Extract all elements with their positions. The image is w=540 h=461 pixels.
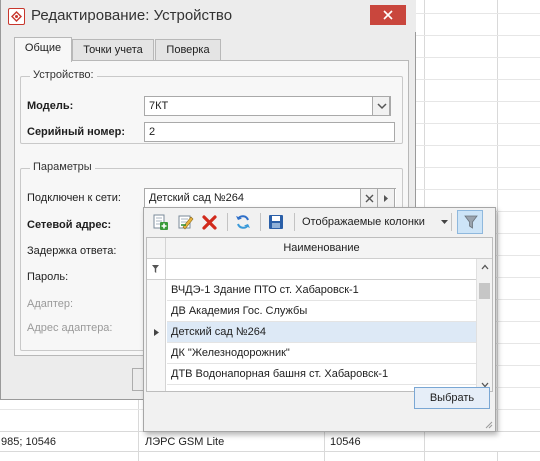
table-row[interactable]: 985; 10546 ЛЭРС GSM Lite 10546: [0, 431, 540, 452]
adapter-address-label: Адрес адаптера:: [27, 322, 113, 334]
password-label: Пароль:: [27, 271, 69, 283]
network-select[interactable]: Детский сад №264: [144, 188, 396, 208]
toolbar-separator: [227, 213, 228, 231]
response-delay-label: Задержка ответа:: [27, 245, 117, 257]
auto-filter-row[interactable]: [147, 259, 492, 280]
chevron-down-icon: [441, 220, 448, 224]
model-label: Модель:: [27, 100, 74, 112]
table-cell: 10546: [330, 436, 361, 448]
vertical-scrollbar[interactable]: [476, 259, 492, 391]
app-icon: [8, 8, 25, 25]
serial-number-input[interactable]: 2: [144, 122, 395, 142]
group-legend: Параметры: [30, 161, 95, 173]
edit-icon[interactable]: [176, 213, 194, 231]
filter-button[interactable]: [457, 210, 483, 234]
tab-metering-points[interactable]: Точки учета: [72, 39, 154, 61]
delete-icon[interactable]: [201, 213, 219, 231]
serial-number-label: Серийный номер:: [27, 126, 126, 138]
close-icon: [383, 10, 393, 20]
tab-label: Общие: [24, 42, 62, 54]
dialog-title: Редактирование: Устройство: [31, 7, 233, 24]
add-icon[interactable]: [151, 213, 169, 231]
open-network-list-button[interactable]: [377, 189, 395, 207]
toolbar-separator: [294, 213, 295, 231]
chevron-right-icon: [384, 195, 388, 202]
adapter-label: Адаптер:: [27, 298, 74, 310]
tab-label: Поверка: [166, 44, 210, 56]
list-item-selected[interactable]: Детский сад №264: [167, 322, 476, 343]
tab-label: Точки учета: [83, 44, 143, 56]
model-value: 7КТ: [149, 100, 169, 112]
columns-menu-button[interactable]: Отображаемые колонки: [302, 216, 425, 228]
toolbar-separator: [260, 213, 261, 231]
network-picker-popup: Отображаемые колонки Наименование ВЧДЭ-1…: [143, 207, 496, 432]
clear-icon: [365, 194, 374, 203]
list-item[interactable]: ДК "Железнодорожник": [167, 343, 476, 364]
toolbar-separator: [451, 213, 452, 231]
tab-verification[interactable]: Поверка: [155, 39, 221, 61]
grid-header: Наименование: [147, 238, 492, 259]
scroll-up-icon[interactable]: [481, 264, 489, 270]
list-item[interactable]: ДТВ Водонапорная башня ст. Хабаровск-1: [167, 364, 476, 385]
clear-network-button[interactable]: [360, 189, 378, 207]
resize-grip-icon[interactable]: [484, 420, 493, 429]
tab-general[interactable]: Общие: [14, 37, 72, 62]
table-cell: 985; 10546: [1, 436, 57, 448]
network-value: Детский сад №264: [149, 192, 245, 204]
network-label: Подключен к сети:: [27, 192, 121, 204]
chevron-down-icon: [377, 103, 387, 110]
popup-toolbar: Отображаемые колонки: [144, 208, 495, 236]
save-icon[interactable]: [267, 213, 285, 231]
filter-icon: [464, 215, 478, 229]
column-header-name[interactable]: Наименование: [167, 242, 476, 254]
network-grid: Наименование ВЧДЭ-1 Здание ПТО ст. Хабар…: [146, 237, 493, 392]
column-divider: [497, 0, 498, 461]
scrollbar-thumb[interactable]: [479, 283, 490, 299]
current-row-icon: [154, 329, 159, 336]
dialog-titlebar: Редактирование: Устройство: [1, 0, 416, 32]
close-button[interactable]: [370, 5, 406, 25]
model-select[interactable]: 7КТ: [144, 96, 391, 116]
serial-number-value: 2: [149, 126, 156, 138]
refresh-icon[interactable]: [234, 213, 252, 231]
table-cell: ЛЭРС GSM Lite: [145, 436, 225, 448]
list-item[interactable]: ВЧДЭ-1 Здание ПТО ст. Хабаровск-1: [167, 280, 476, 301]
choose-button[interactable]: Выбрать: [414, 387, 490, 409]
model-dropdown-button[interactable]: [372, 97, 390, 115]
list-item[interactable]: ДВ Академия Гос. Службы: [167, 301, 476, 322]
net-address-label: Сетевой адрес:: [27, 219, 112, 231]
group-legend: Устройство:: [30, 69, 97, 81]
filter-row-icon: [152, 265, 159, 273]
